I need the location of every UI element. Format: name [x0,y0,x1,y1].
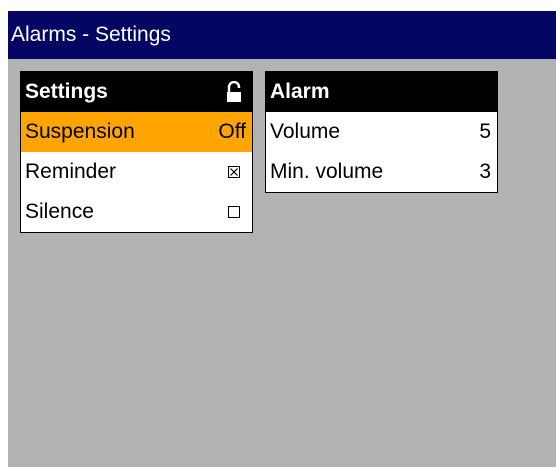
silence-label: Silence [25,200,94,223]
volume-value: 5 [479,120,491,143]
settings-row-reminder[interactable]: Reminder [21,152,252,192]
settings-row-silence[interactable]: Silence [21,192,252,232]
min-volume-label: Min. volume [270,160,384,183]
volume-label: Volume [270,120,341,143]
suspension-label: Suspension [25,120,135,143]
alarms-settings-screen: Alarms - Settings Settings Suspension Of… [8,11,556,467]
alarm-row-volume[interactable]: Volume 5 [266,112,497,152]
settings-panel-header: Settings [21,72,252,112]
alarm-row-min-volume[interactable]: Min. volume 3 [266,152,497,192]
checkbox-unchecked-icon[interactable] [228,206,240,218]
alarm-panel-title: Alarm [270,80,330,103]
checkbox-checked-icon[interactable] [228,166,240,178]
lock-open-icon [227,81,241,102]
settings-panel-title: Settings [25,80,108,103]
settings-panel: Settings Suspension Off Reminder Silence [20,71,253,233]
min-volume-value: 3 [479,160,491,183]
alarm-panel-header: Alarm [266,72,497,112]
window-title: Alarms - Settings [8,11,556,59]
reminder-label: Reminder [25,160,117,183]
suspension-value: Off [218,120,246,143]
settings-row-suspension[interactable]: Suspension Off [21,112,252,152]
alarm-panel: Alarm Volume 5 Min. volume 3 [265,71,498,193]
